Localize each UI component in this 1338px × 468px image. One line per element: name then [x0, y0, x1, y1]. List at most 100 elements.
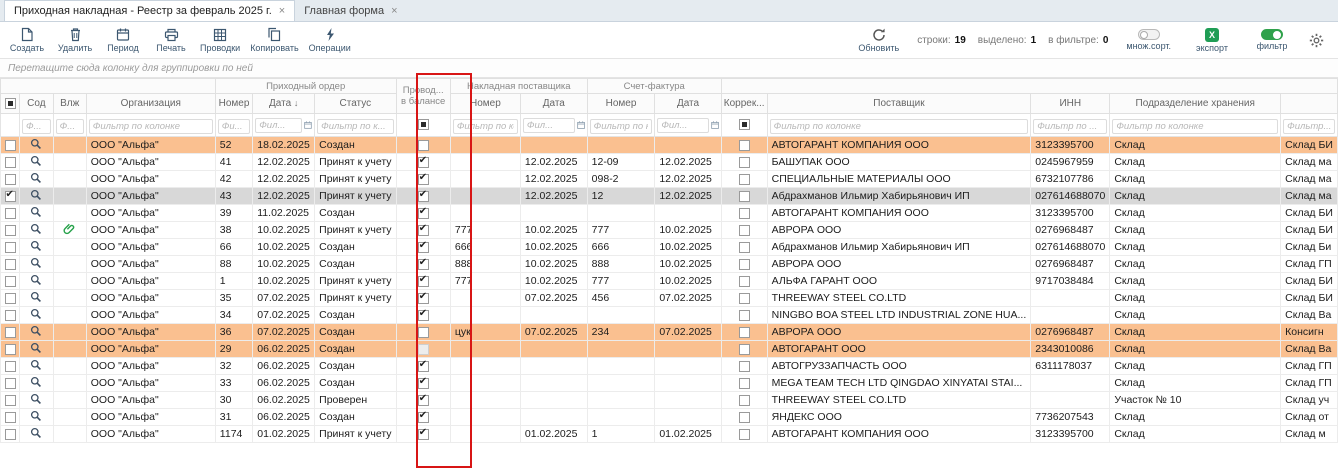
correction-checkbox[interactable]: [739, 259, 750, 270]
column-cod[interactable]: Сод: [20, 94, 54, 114]
column-date[interactable]: Дата ↓: [253, 94, 315, 114]
filter-vlj-input[interactable]: [56, 119, 84, 134]
filter-num-input[interactable]: [218, 119, 250, 134]
correction-checkbox[interactable]: [739, 140, 750, 151]
table-row[interactable]: ООО "Альфа"3306.02.2025СозданMEGA TEAM T…: [1, 375, 1338, 392]
table-row[interactable]: ООО "Альфа"4112.02.2025Принят к учету12.…: [1, 154, 1338, 171]
table-row[interactable]: ООО "Альфа"3206.02.2025СозданАВТОГРУЗЗАП…: [1, 358, 1338, 375]
in-balance-checkbox[interactable]: [418, 429, 429, 440]
in-balance-checkbox[interactable]: [418, 327, 429, 338]
correction-checkbox[interactable]: [739, 208, 750, 219]
table-row[interactable]: ООО "Альфа"8810.02.2025Создан88810.02.20…: [1, 256, 1338, 273]
row-select-checkbox[interactable]: [5, 140, 16, 151]
operations-button[interactable]: Операции: [305, 26, 355, 54]
open-record-button[interactable]: [30, 396, 42, 408]
open-record-button[interactable]: [30, 158, 42, 170]
table-row[interactable]: ООО "Альфа"5218.02.2025СозданАВТОГАРАНТ …: [1, 137, 1338, 154]
open-record-button[interactable]: [30, 345, 42, 357]
correction-checkbox[interactable]: [739, 225, 750, 236]
open-record-button[interactable]: [30, 209, 42, 221]
in-balance-checkbox[interactable]: [418, 344, 429, 355]
table-row[interactable]: ООО "Альфа"3911.02.2025СозданАВТОГАРАНТ …: [1, 205, 1338, 222]
in-balance-checkbox[interactable]: [418, 378, 429, 389]
correction-checkbox[interactable]: [739, 429, 750, 440]
toggle-on-icon[interactable]: [1261, 29, 1283, 40]
row-select-checkbox[interactable]: [5, 378, 16, 389]
row-select-checkbox[interactable]: [5, 191, 16, 202]
filter-sn_num-input[interactable]: [453, 119, 518, 134]
group-invoice[interactable]: Счет-фактура: [587, 79, 721, 94]
in-balance-checkbox[interactable]: [418, 140, 429, 151]
select-all-checkbox[interactable]: [5, 98, 16, 109]
open-record-button[interactable]: [30, 362, 42, 374]
row-select-checkbox[interactable]: [5, 327, 16, 338]
column-vlj[interactable]: Влж: [53, 94, 86, 114]
row-select-checkbox[interactable]: [5, 344, 16, 355]
multisort-toggle[interactable]: множ.сорт.: [1122, 28, 1175, 52]
column-sf_date[interactable]: Дата: [655, 94, 721, 114]
filter-wh-input[interactable]: [1283, 119, 1335, 134]
correction-checkbox[interactable]: [739, 344, 750, 355]
in-balance-checkbox[interactable]: [418, 310, 429, 321]
in-balance-checkbox[interactable]: [418, 157, 429, 168]
in-balance-checkbox[interactable]: [418, 225, 429, 236]
column-org[interactable]: Организация: [86, 94, 215, 114]
print-button[interactable]: Печать: [148, 26, 194, 54]
settings-gear-icon[interactable]: [1309, 33, 1324, 48]
open-record-button[interactable]: [30, 243, 42, 255]
open-record-button[interactable]: [30, 260, 42, 272]
correction-checkbox[interactable]: [739, 191, 750, 202]
table-row[interactable]: ООО "Альфа"6610.02.2025Создан66610.02.20…: [1, 239, 1338, 256]
copy-button[interactable]: Копировать: [246, 26, 302, 54]
export-button[interactable]: экспорт: [1189, 27, 1235, 54]
row-select-checkbox[interactable]: [5, 174, 16, 185]
open-record-button[interactable]: [30, 175, 42, 187]
postings-button[interactable]: Проводки: [196, 26, 244, 54]
table-row[interactable]: ООО "Альфа"3407.02.2025СозданNINGBO BOA …: [1, 307, 1338, 324]
correction-checkbox[interactable]: [739, 276, 750, 287]
open-record-button[interactable]: [30, 141, 42, 153]
filter-corr-checkbox[interactable]: [739, 119, 750, 130]
filter-org-input[interactable]: [89, 119, 213, 134]
column-corr[interactable]: Коррек...: [721, 94, 767, 114]
table-row[interactable]: ООО "Альфа"3006.02.2025ПроверенTHREEWAY …: [1, 392, 1338, 409]
in-balance-checkbox[interactable]: [418, 412, 429, 423]
column-sn_num[interactable]: Номер: [450, 94, 520, 114]
column-supplier[interactable]: Поставщик: [767, 94, 1031, 114]
row-select-checkbox[interactable]: [5, 259, 16, 270]
open-record-button[interactable]: [30, 277, 42, 289]
in-balance-checkbox[interactable]: [418, 191, 429, 202]
filter-sn_date-input[interactable]: [523, 118, 575, 133]
row-select-checkbox[interactable]: [5, 293, 16, 304]
row-select-checkbox[interactable]: [5, 242, 16, 253]
column-num[interactable]: Номер: [215, 94, 252, 114]
filter-storage-input[interactable]: [1112, 119, 1278, 134]
row-select-checkbox[interactable]: [5, 276, 16, 287]
column-inn[interactable]: ИНН: [1031, 94, 1110, 114]
table-row[interactable]: ООО "Альфа"117401.02.2025Принят к учету0…: [1, 426, 1338, 443]
table-row[interactable]: ООО "Альфа"3106.02.2025СозданЯНДЕКС ООО7…: [1, 409, 1338, 426]
filter-date-input[interactable]: [255, 118, 302, 133]
in-balance-checkbox[interactable]: [418, 174, 429, 185]
in-balance-checkbox[interactable]: [418, 259, 429, 270]
column-sel[interactable]: [1, 94, 20, 114]
filter-sf_date-input[interactable]: [657, 118, 708, 133]
open-record-button[interactable]: [30, 192, 42, 204]
open-record-button[interactable]: [30, 328, 42, 340]
correction-checkbox[interactable]: [739, 174, 750, 185]
close-icon[interactable]: ×: [279, 5, 285, 17]
open-record-button[interactable]: [30, 413, 42, 425]
table-row[interactable]: ООО "Альфа"110.02.2025Принят к учету7771…: [1, 273, 1338, 290]
open-record-button[interactable]: [30, 294, 42, 306]
row-select-checkbox[interactable]: [5, 157, 16, 168]
column-sf_num[interactable]: Номер: [587, 94, 655, 114]
correction-checkbox[interactable]: [739, 157, 750, 168]
column-storage[interactable]: Подразделение хранения: [1110, 94, 1281, 114]
group-order[interactable]: Приходный ордер: [215, 79, 396, 94]
table-row[interactable]: ООО "Альфа"4312.02.2025Принят к учету12.…: [1, 188, 1338, 205]
open-record-button[interactable]: [30, 226, 42, 238]
correction-checkbox[interactable]: [739, 327, 750, 338]
create-button[interactable]: Создать: [4, 26, 50, 54]
filter-status-input[interactable]: [317, 119, 393, 134]
row-select-checkbox[interactable]: [5, 310, 16, 321]
